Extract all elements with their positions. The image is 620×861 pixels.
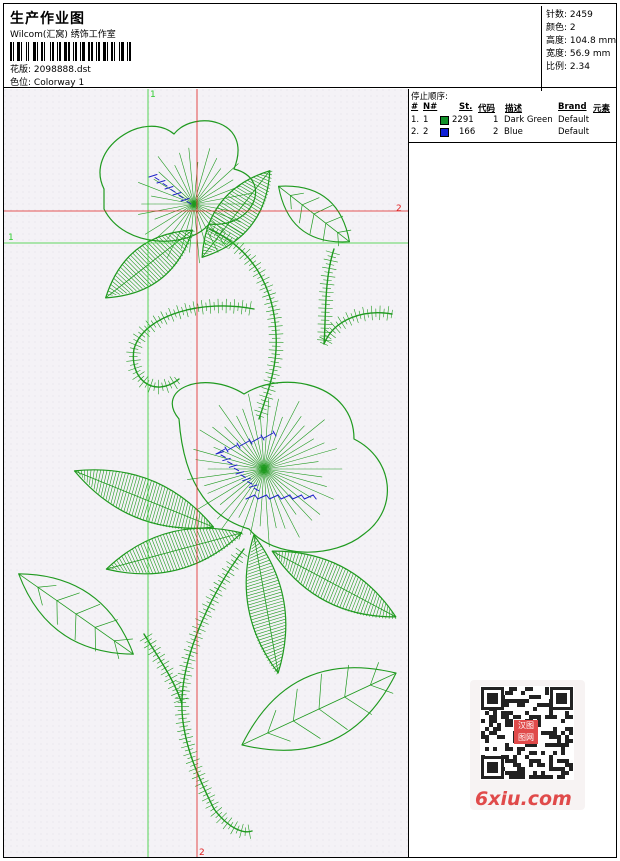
guide-label-v2: 2 <box>199 848 205 857</box>
guide-label-h2: 2 <box>396 204 402 214</box>
design-name-row: 花版: 2098888.dst <box>10 62 91 75</box>
stop-row[interactable]: 2. 2 166 2 Blue Default <box>409 127 616 139</box>
stop-sequence-panel: 停止顺序: # N# St. 代码 描述 Brand 元素 1. 1 2291 … <box>409 89 616 143</box>
guide-label-h1: 1 <box>8 233 14 243</box>
col-n: N# <box>423 102 438 112</box>
design-value: 2098888.dst <box>33 65 91 75</box>
col-st: St. <box>459 102 473 112</box>
stat-height: 高度: 104.8 mm <box>546 36 617 46</box>
stop-row[interactable]: 1. 1 2291 1 Dark Green Default <box>409 115 616 127</box>
studio-name: Wilcom(汇窝) 绣饰工作室 <box>10 30 116 40</box>
design-canvas[interactable]: 1 1 2 2 <box>4 89 409 857</box>
stat-colors: 颜色: 2 <box>546 23 576 33</box>
header-divider <box>541 6 542 91</box>
watermark-site: 6xiu.com <box>475 788 572 810</box>
color-swatch <box>440 128 449 137</box>
header: 生产作业图 Wilcom(汇窝) 绣饰工作室 花版: 2098888.dst 色… <box>3 3 617 91</box>
col-code: 代码 <box>478 104 496 114</box>
embroidery-preview: 1 1 2 2 <box>4 89 408 857</box>
col-brand: Brand <box>558 102 587 112</box>
col-index: # <box>411 102 419 112</box>
colorway-value: Colorway 1 <box>33 78 85 88</box>
watermark-logo: 汉图 图网 6xiu.com <box>470 680 585 810</box>
stat-scale: 比例: 2.34 <box>546 62 590 72</box>
page-title: 生产作业图 <box>10 11 85 27</box>
stop-sequence-title: 停止顺序: <box>411 92 448 102</box>
col-desc: 描述 <box>505 104 523 114</box>
stat-width: 宽度: 56.9 mm <box>546 49 611 59</box>
color-swatch <box>440 116 449 125</box>
col-element: 元素 <box>593 104 611 114</box>
barcode <box>10 42 142 61</box>
watermark-stamp: 汉图 图网 <box>514 720 538 744</box>
design-label: 花版: <box>10 65 32 75</box>
guide-label-v1: 1 <box>150 90 156 100</box>
stat-stitches: 针数: 2459 <box>546 10 593 20</box>
colorway-label: 色位: <box>10 78 32 88</box>
colorway-row: 色位: Colorway 1 <box>10 75 84 88</box>
